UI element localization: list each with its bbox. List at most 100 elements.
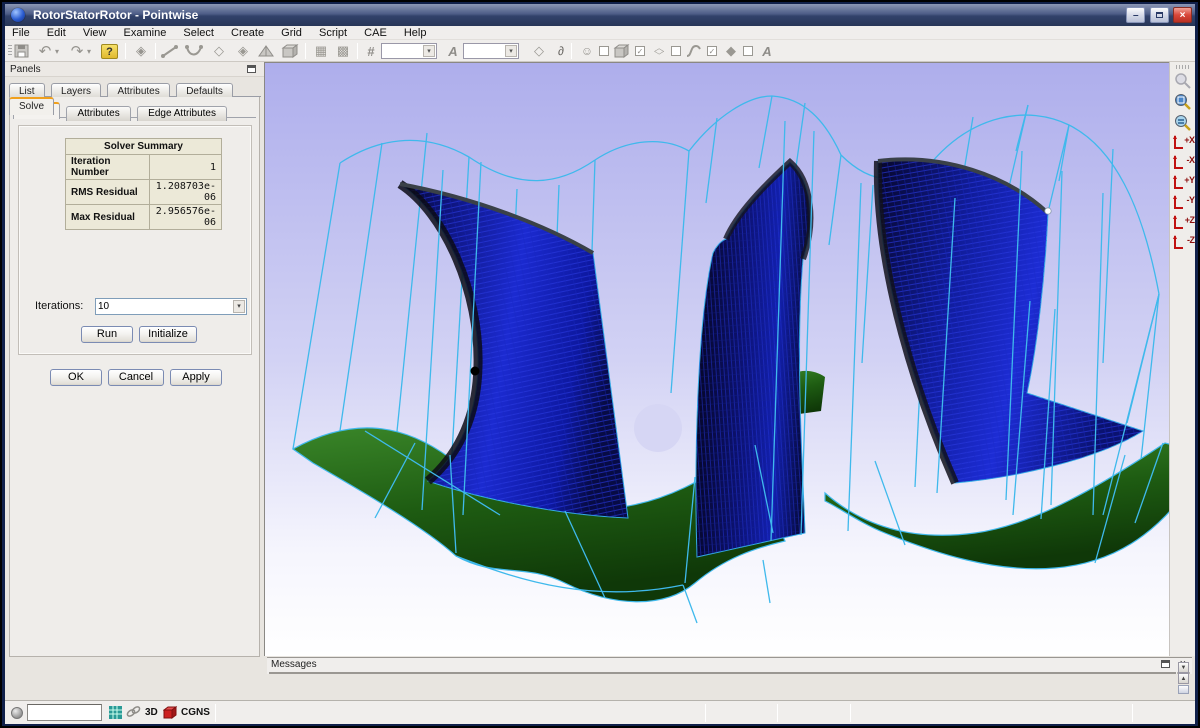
mask-database-button[interactable]: ◆ — [721, 42, 741, 60]
menu-view[interactable]: View — [76, 26, 114, 40]
mask-domains-button[interactable]: ◇ — [649, 46, 669, 57]
iterations-combo[interactable]: ▾ — [95, 298, 247, 315]
messages-scrollbar[interactable]: ▲ ▼ — [1177, 672, 1190, 674]
run-button[interactable]: Run — [81, 326, 133, 343]
hub-notch — [634, 404, 682, 452]
menu-cae[interactable]: CAE — [357, 26, 394, 40]
mask-domains-checkbox[interactable] — [671, 42, 681, 60]
view-plus-z-button[interactable]: +Z — [1171, 214, 1195, 233]
view-minus-y-button[interactable]: -Y — [1171, 194, 1195, 213]
undo-button[interactable]: ↶ — [35, 42, 55, 60]
save-button[interactable] — [14, 42, 30, 60]
menu-file[interactable]: File — [5, 26, 37, 40]
view-toolbar-handle[interactable] — [1176, 65, 1190, 69]
panels-header[interactable]: Panels — [5, 62, 264, 77]
dimension-combo-dropdown[interactable]: ▾ — [423, 45, 435, 57]
iterations-spinner[interactable]: ▾ — [233, 300, 245, 313]
mask-database-checkbox[interactable] — [743, 42, 753, 60]
cancel-button[interactable]: Cancel — [108, 369, 164, 386]
zoom-extents-button[interactable] — [1172, 113, 1194, 133]
zoom-previous-button[interactable] — [1172, 71, 1194, 91]
mask-blocks-checkbox[interactable]: ✓ — [635, 42, 645, 60]
mask-points-button[interactable]: A — [757, 42, 777, 60]
subtab-edge-attributes[interactable]: Edge Attributes — [137, 106, 227, 121]
messages-list[interactable]: Info: Saved all entities and settings to… — [269, 672, 1176, 674]
checkbox-checked-icon: ✓ — [635, 46, 645, 56]
iterations-input[interactable] — [98, 300, 228, 313]
menu-create[interactable]: Create — [224, 26, 271, 40]
zoom-fit-button[interactable] — [1172, 92, 1194, 112]
redo-dropdown[interactable]: ▾ — [87, 42, 91, 60]
dimension-mode[interactable]: 3D — [145, 707, 158, 718]
menu-edit[interactable]: Edit — [40, 26, 73, 40]
create-curve-button[interactable] — [185, 42, 203, 60]
mask-blocks-button[interactable] — [613, 42, 630, 60]
partial-derivative-button[interactable]: ∂ — [551, 42, 571, 60]
view-minus-z-button[interactable]: -Z — [1171, 234, 1195, 253]
mask-button[interactable]: ☺ — [577, 42, 597, 60]
menu-select[interactable]: Select — [176, 26, 221, 40]
initialize-button[interactable]: Initialize — [139, 326, 197, 343]
panels-title: Panels — [10, 64, 41, 75]
restore-button[interactable] — [1150, 7, 1169, 23]
toolbar-handle[interactable] — [8, 45, 12, 57]
link-icon[interactable] — [126, 706, 141, 721]
redo-button[interactable]: ↷ — [67, 42, 87, 60]
menu-grid[interactable]: Grid — [274, 26, 309, 40]
mask-connectors-checkbox[interactable]: ✓ — [707, 42, 717, 60]
create-meshed-domain-button[interactable]: ◈ — [233, 42, 253, 60]
table-row: Max Residual 2.956576e-06 — [66, 205, 222, 230]
menu-examine[interactable]: Examine — [117, 26, 174, 40]
viewport-3d[interactable] — [264, 62, 1176, 656]
mask-points-checkbox[interactable] — [599, 42, 609, 60]
create-extrude-button[interactable] — [257, 42, 275, 60]
menu-script[interactable]: Script — [312, 26, 354, 40]
create-block-button[interactable] — [281, 42, 299, 60]
scroll-down-icon[interactable]: ▼ — [1178, 662, 1189, 673]
undo-dropdown[interactable]: ▾ — [55, 42, 59, 60]
minimize-button[interactable]: – — [1126, 7, 1145, 23]
message-text: Saved all entities and settings to file … — [293, 673, 808, 674]
structured-grid-button[interactable]: ▦ — [311, 42, 331, 60]
grid-mode-icon[interactable] — [109, 706, 122, 722]
create-domain-button[interactable]: ◇ — [209, 42, 229, 60]
axis-icon — [1172, 175, 1183, 191]
dimension-combo-input[interactable] — [383, 45, 423, 57]
checkbox-checked-icon: ✓ — [707, 46, 717, 56]
app-icon — [11, 8, 25, 22]
tab-solve[interactable]: Solve — [9, 97, 54, 115]
subtab-attributes[interactable]: Attributes — [66, 106, 130, 121]
spacing-combo-dropdown[interactable]: ▾ — [505, 45, 517, 57]
ok-button[interactable]: OK — [50, 369, 102, 386]
messages-float-icon[interactable] — [1161, 660, 1170, 668]
close-button[interactable]: × — [1173, 7, 1192, 23]
menu-help[interactable]: Help — [397, 26, 434, 40]
spacing-combo[interactable]: ▾ — [463, 43, 519, 59]
scrollbar-thumb[interactable] — [1178, 685, 1189, 694]
view-minus-x-button[interactable]: -X — [1171, 154, 1195, 173]
panel-float-icon[interactable] — [247, 65, 256, 73]
layers-button[interactable]: ◈ — [131, 42, 151, 60]
apply-button[interactable]: Apply — [170, 369, 222, 386]
axis-label: +X — [1184, 135, 1194, 145]
view-plus-y-button[interactable]: +Y — [1171, 174, 1195, 193]
spacing-combo-input[interactable] — [465, 45, 505, 57]
help-button[interactable]: ? — [101, 42, 118, 60]
title-bar[interactable]: RotorStatorRotor - Pointwise – × — [5, 4, 1195, 26]
scroll-up-icon[interactable]: ▲ — [1178, 673, 1189, 684]
row-value: 1 — [150, 155, 222, 180]
create-connector-button[interactable] — [161, 42, 179, 60]
view-plus-x-button[interactable]: +X — [1171, 134, 1195, 153]
mask-connectors-button[interactable] — [685, 42, 702, 60]
solver-summary-table: Solver Summary Iteration Number 1 RMS Re… — [65, 138, 222, 230]
selected-point[interactable] — [471, 367, 480, 376]
highlight-point[interactable] — [1045, 208, 1051, 214]
unstructured-grid-button[interactable]: ▩ — [333, 42, 353, 60]
cae-solver-name[interactable]: CGNS — [181, 707, 210, 718]
dimension-combo[interactable]: ▾ — [381, 43, 437, 59]
solve-domain-button[interactable]: ◇ — [529, 42, 549, 60]
command-field[interactable] — [27, 704, 102, 721]
dimension-count-icon: # — [361, 42, 381, 60]
messages-header[interactable]: Messages × — [267, 658, 1192, 671]
row-label: RMS Residual — [66, 180, 150, 205]
